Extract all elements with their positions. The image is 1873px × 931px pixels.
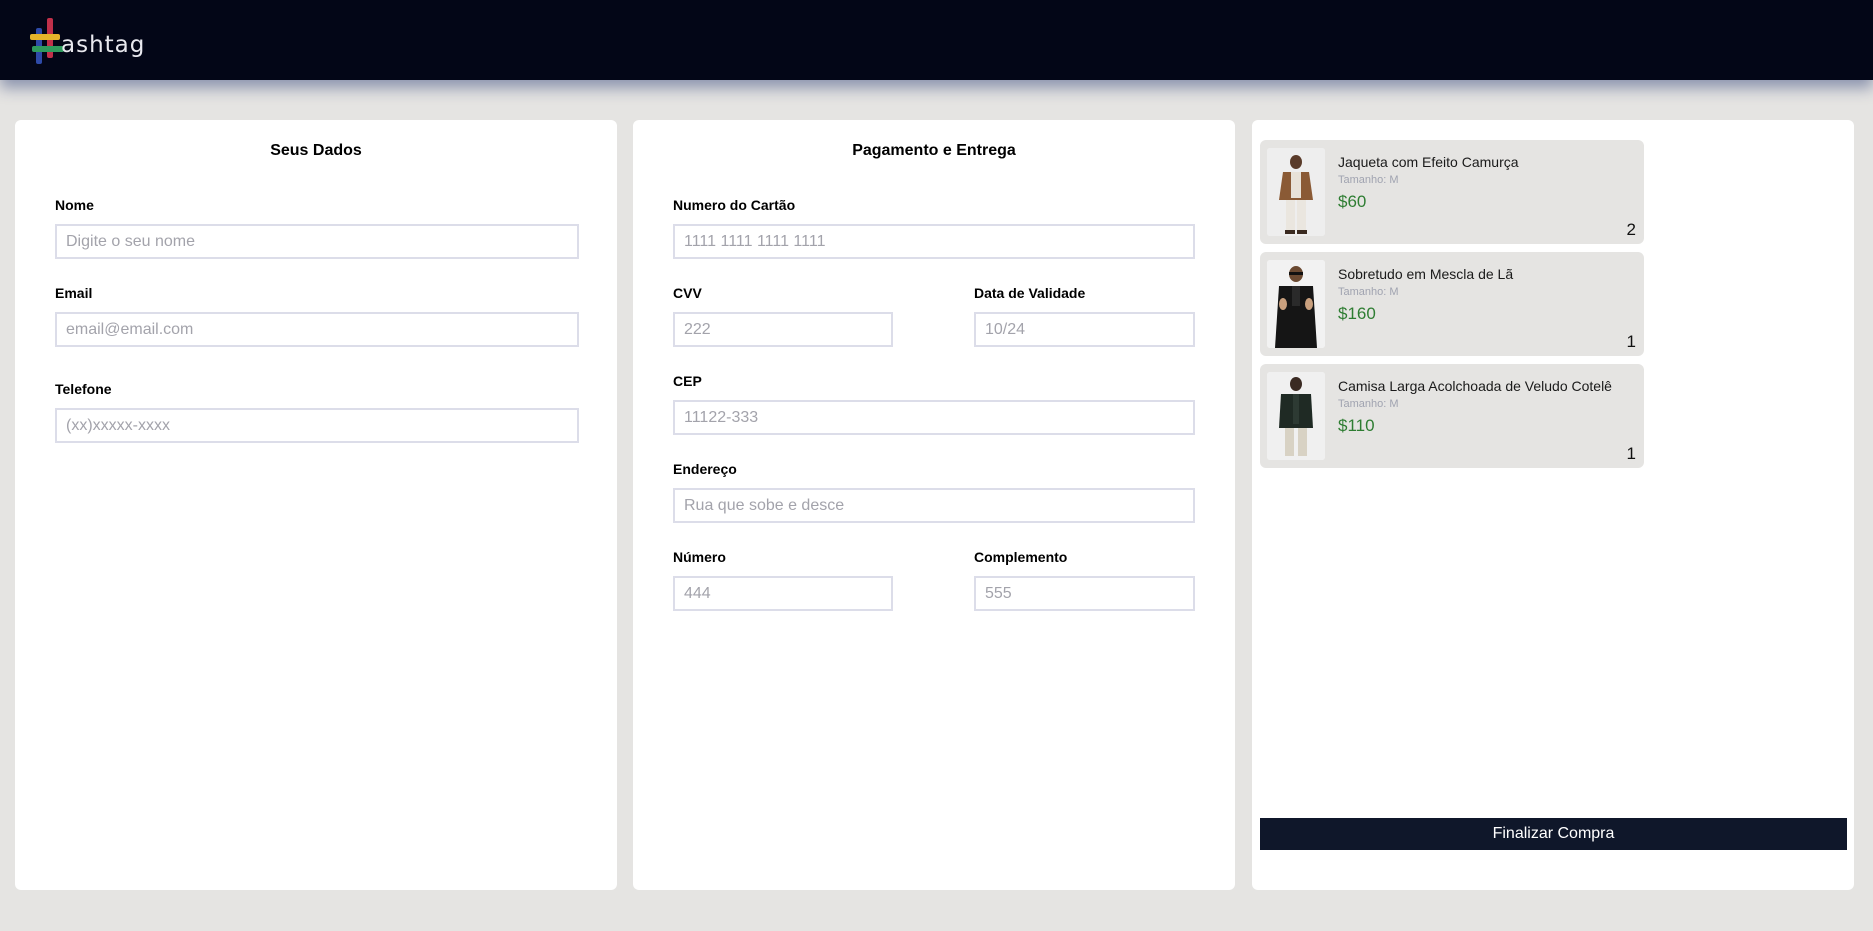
expiry-input[interactable]	[974, 312, 1195, 347]
item-name: Sobretudo em Mescla de Lã	[1338, 266, 1514, 282]
payment-delivery-panel: Pagamento e Entrega Numero do Cartão CVV…	[633, 120, 1235, 890]
personal-data-panel: Seus Dados Nome Email Telefone	[15, 120, 617, 890]
card-number-label: Numero do Cartão	[673, 197, 796, 213]
item-size: Tamanho: M	[1338, 174, 1399, 186]
complement-input[interactable]	[974, 576, 1195, 611]
cart-item[interactable]: Jaqueta com Efeito Camurça Tamanho: M $6…	[1260, 140, 1644, 244]
jacket-brown-photo	[1267, 148, 1325, 236]
expiry-label: Data de Validade	[974, 285, 1086, 301]
address-input[interactable]	[673, 488, 1195, 523]
shirt-dark-photo	[1267, 372, 1325, 460]
item-price: $160	[1338, 304, 1376, 323]
phone-label: Telefone	[55, 381, 112, 397]
top-header: ashtag	[0, 0, 1873, 80]
number-label: Número	[673, 549, 726, 565]
cep-label: CEP	[673, 373, 702, 389]
complement-label: Complemento	[974, 549, 1068, 565]
logo-text: ashtag	[61, 32, 146, 58]
cvv-input[interactable]	[673, 312, 893, 347]
cart-item[interactable]: Sobretudo em Mescla de Lã Tamanho: M $16…	[1260, 252, 1644, 356]
item-quantity: 1	[1626, 444, 1636, 463]
phone-input[interactable]	[55, 408, 579, 443]
payment-title: Pagamento e Entrega	[852, 142, 1016, 159]
cart-item[interactable]: Camisa Larga Acolchoada de Veludo Cotelê…	[1260, 364, 1644, 468]
brand-logo[interactable]: ashtag	[30, 18, 144, 64]
hashtag-logo-icon	[30, 18, 64, 64]
email-input[interactable]	[55, 312, 579, 347]
cart-panel: Jaqueta com Efeito Camurça Tamanho: M $6…	[1252, 120, 1854, 890]
item-quantity: 1	[1626, 332, 1636, 351]
name-input[interactable]	[55, 224, 579, 259]
item-price: $60	[1338, 192, 1367, 211]
item-size: Tamanho: M	[1338, 286, 1399, 298]
item-name: Camisa Larga Acolchoada de Veludo Cotelê	[1338, 378, 1612, 394]
coat-black-photo	[1267, 260, 1325, 348]
item-price: $110	[1338, 416, 1375, 435]
cvv-label: CVV	[673, 285, 702, 301]
item-quantity: 2	[1626, 220, 1636, 239]
email-label: Email	[55, 285, 93, 301]
checkout-button[interactable]: Finalizar Compra	[1260, 818, 1847, 850]
cep-input[interactable]	[673, 400, 1195, 435]
number-input[interactable]	[673, 576, 893, 611]
personal-data-title: Seus Dados	[270, 142, 362, 159]
item-size: Tamanho: M	[1338, 398, 1399, 410]
name-label: Nome	[55, 197, 94, 213]
address-label: Endereço	[673, 461, 737, 477]
card-number-input[interactable]	[673, 224, 1195, 259]
item-name: Jaqueta com Efeito Camurça	[1338, 154, 1519, 170]
